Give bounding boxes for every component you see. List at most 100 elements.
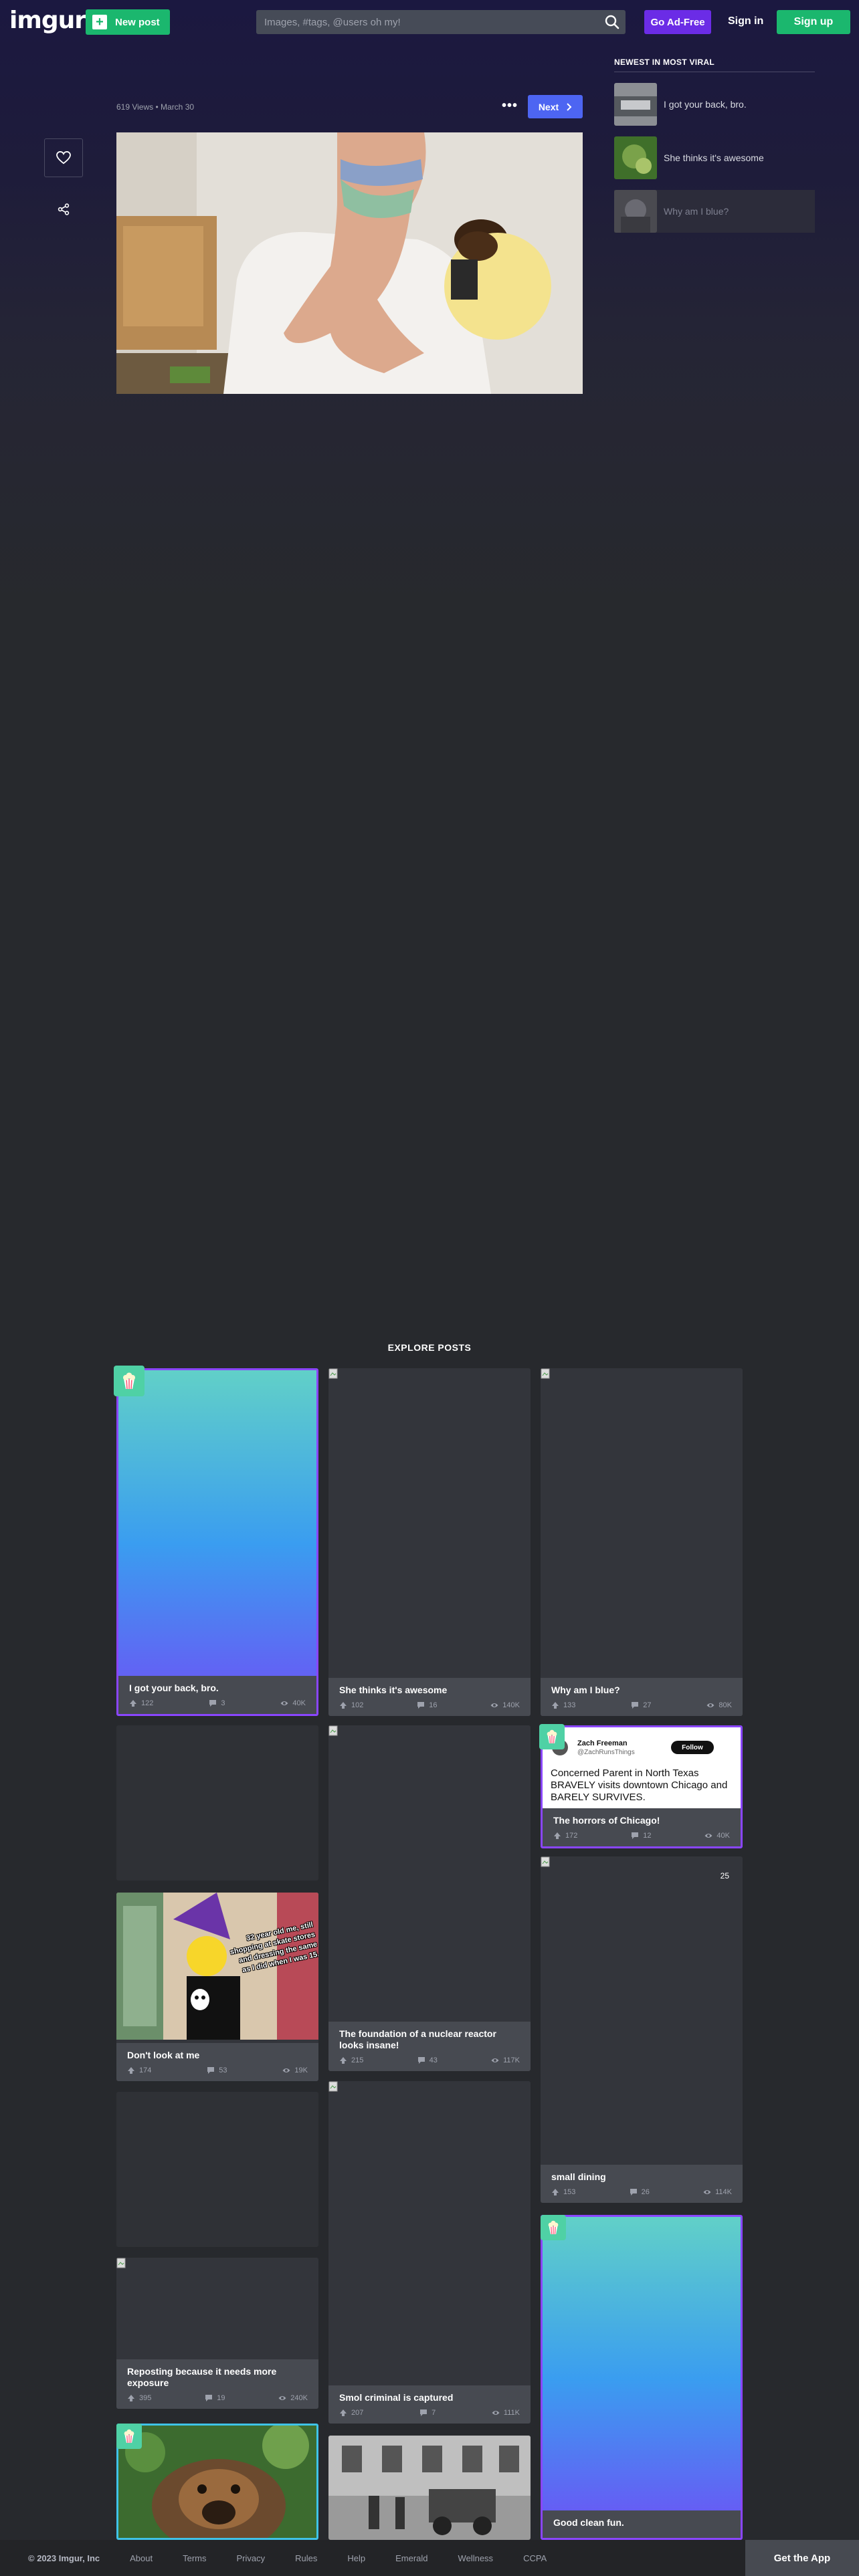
sidebar-item-label: She thinks it's awesome <box>664 152 764 163</box>
post-card-image <box>118 2426 316 2538</box>
sign-up-button[interactable]: Sign up <box>777 10 850 34</box>
upvotes: 395 <box>127 2394 151 2402</box>
tweet-text: Concerned Parent in North Texas BRAVELY … <box>551 1767 728 1803</box>
post-card-title: Reposting because it needs more exposure <box>127 2366 277 2388</box>
views: 117K <box>491 2056 520 2064</box>
post-card-footer: Don't look at me 174 53 19K <box>116 2043 318 2081</box>
post-card[interactable] <box>328 2436 531 2540</box>
heart-icon <box>56 151 71 165</box>
get-the-app-button[interactable]: Get the App <box>745 2540 859 2576</box>
footer-link-emerald[interactable]: Emerald <box>395 2553 427 2563</box>
tweet-follow-button[interactable]: Follow <box>671 1741 714 1754</box>
post-card[interactable]: 25 small dining 153 26 114K <box>541 1856 743 2203</box>
views: 140K <box>490 1701 520 1709</box>
header: imgur + New post Go Ad-Free Sign in Sign… <box>0 0 859 44</box>
eye-icon <box>280 1701 288 1705</box>
sign-in-link[interactable]: Sign in <box>728 15 763 27</box>
post-card-image <box>543 2217 741 2538</box>
post-card[interactable]: Good clean fun. <box>541 2215 743 2540</box>
explore-posts-title: EXPLORE POSTS <box>387 1342 472 1353</box>
post-card-footer: I got your back, bro. 122 3 40K <box>118 1676 316 1714</box>
footer-link-terms[interactable]: Terms <box>183 2553 206 2563</box>
search-input[interactable] <box>264 16 599 28</box>
post-card-placeholder[interactable] <box>116 2092 318 2247</box>
post-card[interactable]: The foundation of a nuclear reactor look… <box>328 1725 531 2071</box>
sidebar-thumbnail <box>614 83 657 126</box>
imgur-logo[interactable]: imgur <box>9 7 86 34</box>
upvotes: 172 <box>553 1832 577 1840</box>
sidebar-item-label: Why am I blue? <box>664 206 729 217</box>
comment-icon <box>630 2189 637 2195</box>
image-count-badge: 25 <box>720 1871 729 1881</box>
sidebar-item-2[interactable]: She thinks it's awesome <box>614 136 815 179</box>
post-card[interactable]: She thinks it's awesome 102 16 140K <box>328 1368 531 1716</box>
upvote-icon <box>552 2189 559 2195</box>
popcorn-badge-icon <box>541 2215 566 2240</box>
post-card-title: Smol criminal is captured <box>339 2392 454 2403</box>
post-card-footer: She thinks it's awesome 102 16 140K <box>328 1678 531 1716</box>
sidebar-item-3[interactable]: Why am I blue? <box>614 190 815 233</box>
popcorn-badge-icon <box>114 1366 145 1396</box>
comment-icon <box>420 2409 427 2416</box>
comment-icon <box>417 1702 425 1709</box>
post-image[interactable] <box>116 132 583 394</box>
comments: 19 <box>205 2394 225 2402</box>
eye-icon <box>492 2411 500 2415</box>
post-card-stats: 153 26 114K <box>551 2188 732 2203</box>
more-options-icon[interactable]: ••• <box>500 96 519 115</box>
upvote-icon <box>128 2395 134 2401</box>
tweet-author-handle: @ZachRunsThings <box>577 1749 635 1756</box>
post-card-stats: 172 12 40K <box>553 1832 730 1846</box>
eye-icon <box>282 2068 290 2072</box>
footer-link-about[interactable]: About <box>130 2553 153 2563</box>
footer-link-help[interactable]: Help <box>347 2553 365 2563</box>
next-post-button[interactable]: Next <box>528 95 583 118</box>
post-card-footer: Smol criminal is captured 207 7 111K <box>328 2385 531 2424</box>
favorite-button[interactable] <box>44 138 83 177</box>
post-photo <box>116 132 583 394</box>
post-card[interactable]: I got your back, bro. 122 3 40K <box>116 1368 318 1716</box>
broken-image-icon <box>328 1725 338 1736</box>
post-card-stats: 122 3 40K <box>129 1699 306 1714</box>
new-post-button[interactable]: + New post <box>86 9 170 35</box>
upvote-icon <box>340 2057 347 2064</box>
go-ad-free-button[interactable]: Go Ad-Free <box>644 10 711 34</box>
footer-link-privacy[interactable]: Privacy <box>237 2553 266 2563</box>
post-card[interactable]: Smol criminal is captured 207 7 111K <box>328 2081 531 2424</box>
post-card[interactable]: Why am I blue? 133 27 80K <box>541 1368 743 1716</box>
post-card-title: She thinks it's awesome <box>339 1685 448 1695</box>
sidebar-item-label: I got your back, bro. <box>664 99 747 110</box>
share-button[interactable] <box>54 199 74 219</box>
sidebar-title: NEWEST IN MOST VIRAL <box>614 58 714 67</box>
post-card[interactable]: 32 year old me, still shopping at skate … <box>116 1893 318 2081</box>
search-icon[interactable] <box>604 14 620 30</box>
views: 114K <box>703 2188 732 2196</box>
post-card-image <box>118 1370 316 1714</box>
post-card-footer: Reposting because it needs more exposure… <box>116 2359 318 2409</box>
comment-icon <box>209 1700 217 1707</box>
upvote-icon <box>552 1702 559 1709</box>
upvotes: 122 <box>129 1699 153 1707</box>
footer-link-wellness[interactable]: Wellness <box>458 2553 494 2563</box>
eye-icon <box>278 2396 286 2400</box>
search-bar[interactable] <box>256 10 626 34</box>
footer-link-rules[interactable]: Rules <box>295 2553 317 2563</box>
upvote-icon <box>130 1700 136 1707</box>
next-label: Next <box>538 101 559 112</box>
new-post-label: New post <box>115 16 160 28</box>
upvotes: 133 <box>551 1701 575 1709</box>
post-card-placeholder[interactable] <box>116 1725 318 1881</box>
post-card[interactable] <box>116 2424 318 2540</box>
footer-link-ccpa[interactable]: CCPA <box>523 2553 547 2563</box>
broken-image-icon <box>541 1368 550 1379</box>
broken-image-icon <box>541 1856 550 1867</box>
comments: 7 <box>419 2409 436 2417</box>
upvote-icon <box>340 1702 347 1709</box>
post-card[interactable]: Zach Freeman @ZachRunsThings Follow Conc… <box>541 1725 743 1848</box>
post-card-stats: 133 27 80K <box>551 1701 732 1716</box>
post-card[interactable]: Reposting because it needs more exposure… <box>116 2258 318 2409</box>
popcorn-badge-icon <box>539 1724 565 1749</box>
views: 80K <box>706 1701 732 1709</box>
chevron-right-icon <box>567 102 572 111</box>
sidebar-item-1[interactable]: I got your back, bro. <box>614 83 815 126</box>
